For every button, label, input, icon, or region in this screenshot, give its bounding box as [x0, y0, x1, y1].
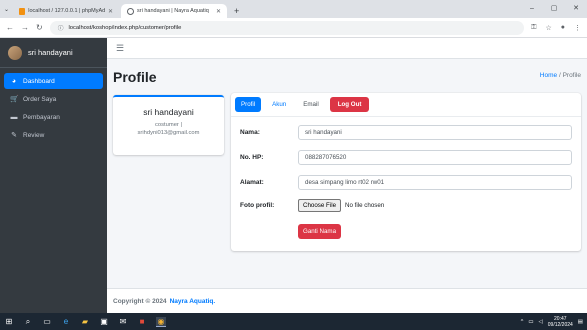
key-icon[interactable]: ⚿ [531, 24, 536, 32]
app-red-icon[interactable]: ■ [137, 317, 147, 326]
browser-tab-profile[interactable]: sri handayani | Nayra Aquatiq ✕ [121, 4, 228, 18]
profile-role: costumer | [155, 122, 182, 128]
alamat-label: Alamat: [240, 179, 264, 186]
window-controls: – ▢ ✕ [521, 0, 587, 18]
volume-icon[interactable]: ◁ [539, 319, 543, 325]
tab-email[interactable]: Email [297, 97, 324, 112]
profile-email: srihdyni013@gmail.com [137, 130, 200, 136]
sidebar-item-review[interactable]: ✎ Review [4, 127, 103, 143]
payment-icon: ▬ [10, 113, 18, 121]
top-navbar: ☰ [107, 38, 587, 59]
reload-icon[interactable]: ↻ [36, 23, 43, 32]
browser-tab-phpmyadmin[interactable]: localhost / 127.0.0.1 | phpMyAdmin ✕ [13, 4, 119, 18]
foto-label: Foto profil: [240, 202, 275, 209]
browser-tab-bar: ⌄ localhost / 127.0.0.1 | phpMyAdmin ✕ s… [0, 0, 587, 18]
breadcrumb-home[interactable]: Home [540, 72, 557, 79]
sidebar-item-pembayaran[interactable]: ▬ Pembayaran [4, 109, 103, 125]
sidebar-item-order-saya[interactable]: 🛒 Order Saya [4, 91, 103, 107]
breadcrumb-current: Profile [562, 72, 581, 79]
mail-icon[interactable]: ✉ [118, 317, 128, 326]
ganti-nama-button[interactable]: Ganti Nama [298, 224, 342, 239]
sidebar-user-name: sri handayani [28, 48, 73, 57]
phpmyadmin-favicon-icon [19, 7, 26, 15]
url-text: localhost/koshop/index.php/customer/prof… [68, 24, 182, 31]
sidebar-menu: ◕ Dashboard 🛒 Order Saya ▬ Pembayaran ✎ … [0, 68, 107, 150]
chrome-icon[interactable]: ◉ [156, 316, 166, 327]
page-title: Profile [113, 69, 157, 85]
footer: Copyright © 2024 Nayra Aquatiq. [107, 288, 587, 313]
sidebar-item-label: Dashboard [23, 77, 55, 85]
hp-label: No. HP: [240, 154, 264, 161]
alamat-input[interactable]: desa simpang limo rt02 rw01 [298, 175, 572, 190]
clock-date: 09/12/2024 [547, 321, 573, 328]
close-tab-icon[interactable]: ✕ [108, 8, 113, 15]
alamat-row: Alamat: desa simpang limo rt02 rw01 [240, 175, 572, 190]
hp-row: No. HP: 088287076520 [240, 150, 572, 165]
edit-icon: ✎ [11, 132, 17, 139]
notification-icon[interactable]: ▤ [578, 319, 583, 325]
main-content: Profile Home / Profile sri handayani cos… [107, 59, 587, 313]
close-tab-icon[interactable]: ✕ [216, 8, 221, 15]
nama-label: Nama: [240, 129, 260, 136]
address-bar[interactable]: ⓘ localhost/koshop/index.php/customer/pr… [49, 20, 525, 35]
file-status: No file chosen [345, 202, 385, 209]
footer-brand-link[interactable]: Nayra Aquatiq. [170, 298, 216, 305]
search-icon[interactable]: ⌕ [23, 317, 33, 327]
footer-copyright: Copyright © 2024 [113, 297, 167, 305]
tray-arrow-icon[interactable]: ^ [521, 319, 524, 325]
file-input: Choose File No file chosen [298, 199, 572, 212]
more-menu-icon[interactable]: ⋮ [574, 24, 581, 32]
choose-file-button[interactable]: Choose File [298, 199, 342, 212]
hp-input[interactable]: 088287076520 [298, 150, 572, 165]
tab-profil[interactable]: Profil [235, 97, 262, 112]
dashboard-icon: ◕ [11, 77, 17, 85]
new-tab-icon[interactable]: + [229, 4, 244, 18]
network-icon[interactable]: ▭ [528, 319, 533, 325]
clock[interactable]: 20:47 09/12/2024 [548, 316, 573, 328]
file-explorer-icon[interactable]: ▰ [80, 317, 90, 326]
profile-tabs: Profil Akun Email Log Out [231, 93, 581, 117]
sidebar: sri handayani ◕ Dashboard 🛒 Order Saya ▬… [0, 38, 107, 313]
sidebar-item-dashboard[interactable]: ◕ Dashboard [4, 73, 103, 89]
tab-list-icon[interactable]: ⌄ [4, 6, 9, 13]
sidebar-user[interactable]: sri handayani [0, 38, 107, 68]
logout-button[interactable]: Log Out [329, 97, 370, 112]
avatar [8, 45, 22, 60]
minimize-icon[interactable]: – [521, 0, 543, 18]
sidebar-item-label: Review [23, 131, 45, 139]
windows-start-icon[interactable]: ⊞ [4, 317, 14, 326]
task-view-icon[interactable]: ▭ [42, 317, 52, 326]
nama-input[interactable]: sri handayani [298, 125, 572, 140]
close-window-icon[interactable]: ✕ [565, 0, 587, 18]
browser-toolbar: ← → ↻ ⓘ localhost/koshop/index.php/custo… [0, 18, 587, 38]
store-icon[interactable]: ▣ [99, 317, 109, 326]
tab-akun[interactable]: Akun [266, 97, 292, 112]
system-tray: ^ ▭ ◁ 20:47 09/12/2024 ▤ [521, 316, 587, 328]
breadcrumb: Home / Profile [540, 72, 581, 79]
hamburger-icon[interactable]: ☰ [116, 43, 124, 54]
profile-form-card: Profil Akun Email Log Out Nama: sri hand… [231, 93, 581, 251]
taskbar: ⊞ ⌕ ▭ e ▰ ▣ ✉ ■ ◉ ^ ▭ ◁ 20:47 09/12/2024… [0, 313, 587, 330]
edge-icon[interactable]: e [61, 317, 71, 326]
profile-name: sri handayani [143, 107, 194, 117]
tab-label: localhost / 127.0.0.1 | phpMyAdmin [28, 8, 105, 14]
profile-icon[interactable]: ● [561, 24, 565, 32]
globe-favicon-icon [127, 7, 135, 15]
tab-label: sri handayani | Nayra Aquatiq [137, 8, 209, 14]
profile-card: sri handayani costumer | srihdyni013@gma… [113, 95, 224, 155]
bookmark-star-icon[interactable]: ☆ [545, 24, 551, 32]
forward-icon[interactable]: → [21, 23, 29, 32]
cart-icon: 🛒 [10, 96, 19, 103]
sidebar-item-label: Pembayaran [23, 113, 60, 121]
back-icon[interactable]: ← [6, 23, 14, 32]
breadcrumb-separator: / [558, 72, 561, 79]
nama-row: Nama: sri handayani [240, 125, 572, 140]
site-info-icon[interactable]: ⓘ [58, 23, 64, 32]
foto-row: Foto profil: Choose File No file chosen [240, 199, 572, 212]
sidebar-item-label: Order Saya [23, 95, 57, 103]
maximize-icon[interactable]: ▢ [543, 0, 565, 18]
